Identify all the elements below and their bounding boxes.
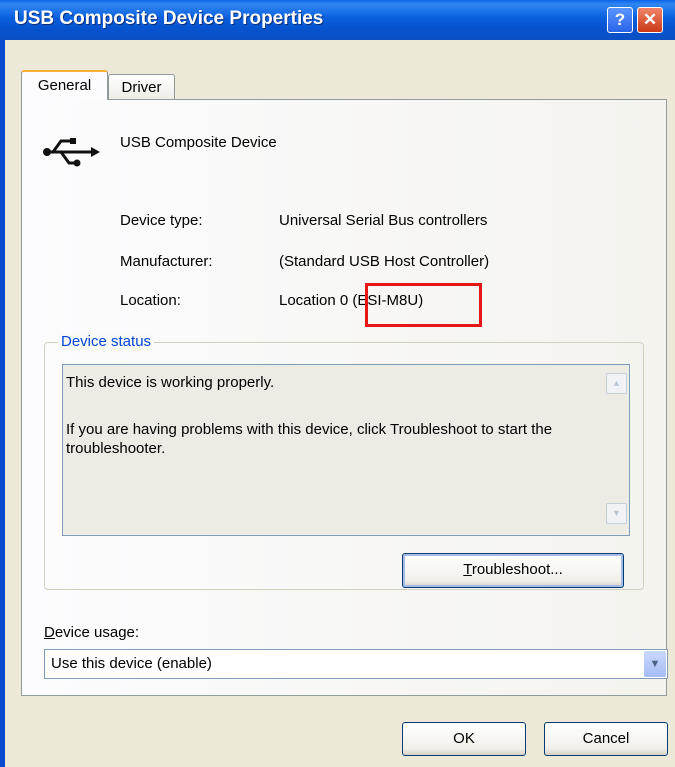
- troubleshoot-mnemonic: T: [463, 561, 472, 578]
- troubleshoot-label: roubleshoot...: [471, 561, 563, 578]
- device-type-value: Universal Serial Bus controllers: [279, 212, 488, 229]
- device-usage-mnemonic: D: [44, 624, 55, 641]
- location-label: Location:: [120, 292, 181, 309]
- device-usage-select[interactable]: Use this device (enable) ▼: [44, 649, 668, 679]
- device-name: USB Composite Device: [120, 134, 277, 151]
- arrow-down-icon: ▼: [612, 508, 621, 518]
- title-bar: USB Composite Device Properties ? ✕: [0, 0, 675, 40]
- dropdown-button[interactable]: ▼: [644, 651, 666, 677]
- ok-button[interactable]: OK: [402, 722, 526, 756]
- device-status-label: Device status: [58, 333, 155, 350]
- tab-driver[interactable]: Driver: [108, 74, 175, 101]
- help-icon: ?: [614, 10, 626, 29]
- scroll-up-button[interactable]: ▲: [606, 373, 627, 394]
- chevron-down-icon: ▼: [649, 658, 661, 670]
- cancel-button[interactable]: Cancel: [544, 722, 668, 756]
- status-help-text: If you are having problems with this dev…: [66, 421, 553, 457]
- tab-general[interactable]: General: [21, 70, 108, 100]
- manufacturer-value: (Standard USB Host Controller): [279, 253, 490, 270]
- usb-icon: [41, 132, 101, 176]
- help-button[interactable]: ?: [607, 7, 633, 33]
- status-message: This device is working properly.: [66, 374, 275, 391]
- device-usage-label: Device usage:: [44, 624, 139, 641]
- device-type-label: Device type:: [120, 212, 203, 229]
- window-border-left: [0, 40, 5, 767]
- device-usage-value: Use this device (enable): [51, 655, 212, 672]
- troubleshoot-button[interactable]: Troubleshoot...: [402, 553, 624, 588]
- window-title: USB Composite Device Properties: [14, 8, 324, 29]
- arrow-up-icon: ▲: [612, 378, 621, 388]
- device-usage-label-text: evice usage:: [54, 624, 140, 641]
- close-icon: ✕: [642, 10, 658, 29]
- close-button[interactable]: ✕: [637, 7, 663, 33]
- scroll-down-button[interactable]: ▼: [606, 503, 627, 524]
- manufacturer-label: Manufacturer:: [120, 253, 213, 270]
- red-highlight-box: [365, 283, 482, 327]
